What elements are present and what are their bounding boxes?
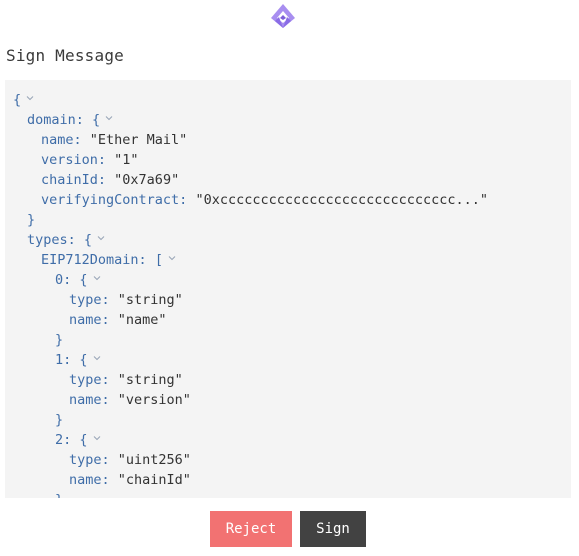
tree-brace: {: [13, 92, 22, 108]
tree-row[interactable]: 2: {: [13, 430, 488, 450]
tree-value: "version": [117, 392, 191, 408]
tree-row: name: "chainId": [69, 472, 191, 488]
tree-row[interactable]: types: {: [13, 230, 488, 250]
chevron-down-icon[interactable]: [104, 113, 114, 123]
logo-icon: [271, 4, 295, 28]
tree-key: EIP712Domain: [41, 252, 139, 268]
tree-key: 2: [55, 432, 64, 448]
tree-row[interactable]: 0: {: [13, 270, 488, 290]
chevron-down-icon[interactable]: [25, 93, 35, 103]
tree-key: 1: [55, 352, 64, 368]
tree-brace: {: [79, 432, 88, 448]
chevron-down-icon[interactable]: [92, 353, 102, 363]
tree-brace: }: [55, 412, 64, 428]
tree-brace: }: [27, 212, 36, 228]
tree-brace: {: [83, 232, 93, 248]
tree-row: name: "version": [69, 392, 191, 408]
tree-key: chainId: [41, 172, 98, 188]
tree-row: type: "string": [69, 292, 183, 308]
chevron-down-icon[interactable]: [167, 253, 177, 263]
tree-value: "1": [114, 152, 139, 168]
message-panel[interactable]: {domain: {name: "Ether Mail" version: "1"…: [5, 80, 571, 498]
tree-key: type: [69, 452, 102, 468]
tree-key: type: [69, 292, 102, 308]
tree-row: name: "name": [69, 312, 167, 328]
tree-row[interactable]: {: [13, 90, 488, 110]
tree-value: "0x7a69": [114, 172, 180, 188]
tree-row: }: [13, 210, 488, 230]
tree-value: "chainId": [117, 472, 191, 488]
tree-row[interactable]: domain: {: [13, 110, 488, 130]
tree-key: name: [69, 312, 102, 328]
tree-key: name: [69, 392, 102, 408]
tree-row: chainId: "0x7a69": [41, 172, 180, 188]
tree-row: type: "uint256": [69, 452, 191, 468]
tree-key: version: [41, 152, 98, 168]
chevron-down-icon[interactable]: [92, 433, 102, 443]
page-title: Sign Message: [6, 46, 124, 65]
tree-brace: [: [154, 252, 163, 268]
tree-brace: }: [55, 492, 63, 498]
tree-row: }: [13, 490, 488, 498]
reject-button[interactable]: Reject: [210, 511, 292, 547]
tree-brace: {: [92, 112, 101, 128]
tree-brace: {: [79, 352, 88, 368]
tree-row: type: "string": [69, 372, 183, 388]
tree-row: version: "1": [41, 152, 139, 168]
tree-row[interactable]: EIP712Domain: [: [13, 250, 488, 270]
tree-key: types: [27, 232, 68, 248]
tree-key: type: [69, 372, 102, 388]
chevron-down-icon[interactable]: [92, 273, 102, 283]
tree-key: domain: [27, 112, 76, 128]
message-tree: {domain: {name: "Ether Mail" version: "1"…: [13, 90, 488, 498]
tree-brace: }: [55, 332, 64, 348]
tree-value: "name": [117, 312, 167, 328]
tree-key: name: [41, 132, 74, 148]
chevron-down-icon[interactable]: [96, 233, 106, 243]
tree-value: "Ether Mail": [89, 132, 188, 148]
tree-value: "string": [117, 372, 183, 388]
tree-value: "0xccccccccccccccccccccccccccccc...": [195, 192, 489, 208]
tree-key: name: [69, 472, 102, 488]
tree-row: name: "Ether Mail": [41, 132, 188, 148]
tree-key: 0: [55, 272, 64, 288]
sign-button[interactable]: Sign: [300, 511, 366, 547]
tree-row: }: [13, 330, 488, 350]
tree-brace: {: [79, 272, 88, 288]
tree-value: "uint256": [117, 452, 191, 468]
tree-value: "string": [117, 292, 183, 308]
tree-row: verifyingContract: "0xcccccccccccccccccc…: [41, 192, 489, 208]
tree-key: verifyingContract: [41, 192, 180, 208]
tree-row[interactable]: 1: {: [13, 350, 488, 370]
tree-row: }: [13, 410, 488, 430]
